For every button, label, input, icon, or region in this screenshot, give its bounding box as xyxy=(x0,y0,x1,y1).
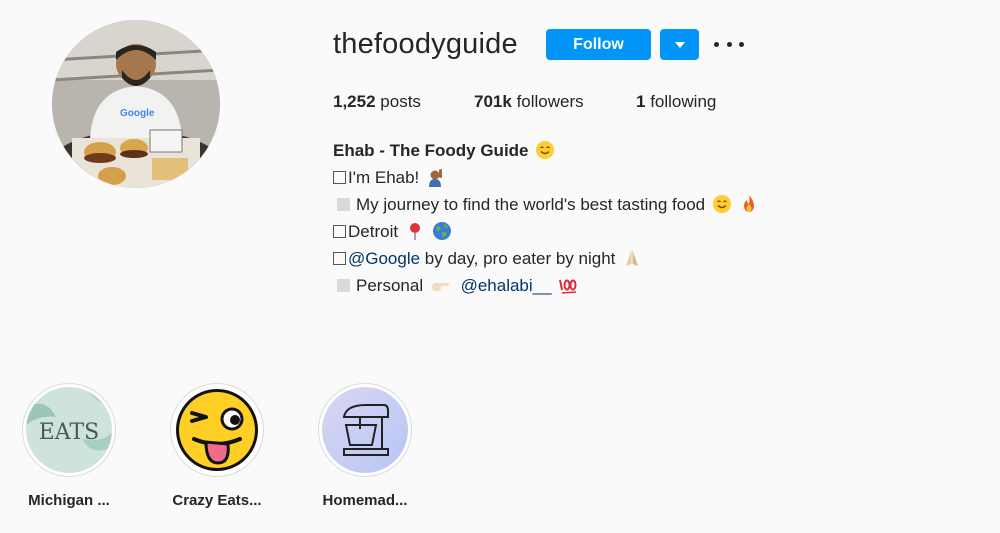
follow-button[interactable]: Follow xyxy=(546,29,651,60)
story-highlight-crazy-eats[interactable]: Crazy Eats... xyxy=(162,383,272,509)
profile-avatar[interactable]: Google xyxy=(52,20,220,188)
personal-account-mention-link[interactable]: @ehalabi__ xyxy=(461,276,552,295)
raising-hand-emoji xyxy=(426,167,446,187)
following-stat[interactable]: 1 following xyxy=(636,92,716,112)
round-pushpin-emoji xyxy=(405,221,425,241)
following-label: following xyxy=(650,92,717,111)
following-count: 1 xyxy=(636,92,646,111)
story-highlight-homemade[interactable]: Homemad... xyxy=(310,383,420,509)
smiling-face-emoji xyxy=(712,194,732,214)
bio-line-4: by day, pro eater by night xyxy=(420,249,616,268)
posts-stat: 1,252 posts xyxy=(333,92,474,112)
profile-stats: 1,252 posts 701k followers 1 following xyxy=(333,92,716,112)
posts-count: 1,252 xyxy=(333,92,376,111)
google-mention-link[interactable]: @Google xyxy=(348,249,420,268)
more-options-icon xyxy=(714,41,719,47)
highlight-label: Homemad... xyxy=(322,492,408,509)
profile-username: thefoodyguide xyxy=(333,28,518,60)
followers-label: followers xyxy=(516,92,584,111)
more-options-dot xyxy=(739,41,744,47)
highlight-label: Crazy Eats... xyxy=(172,492,262,509)
unsupported-glyph-icon xyxy=(337,279,350,292)
highlight-cover xyxy=(174,387,260,473)
bio-line-1: I'm Ehab! xyxy=(348,168,420,187)
highlight-cover-ring: EATS xyxy=(22,383,116,477)
smiling-face-emoji xyxy=(535,140,555,160)
unsupported-glyph-icon xyxy=(333,252,346,265)
bio-line-5: Personal xyxy=(356,276,424,295)
avatar-photo: Google xyxy=(52,20,220,188)
followers-count: 701k xyxy=(474,92,512,111)
hundred-points-emoji xyxy=(558,275,578,295)
more-options-dot xyxy=(726,41,732,47)
fire-emoji xyxy=(739,194,759,214)
caret-down-icon xyxy=(674,41,685,48)
posts-label: posts xyxy=(380,92,421,111)
highlight-cover xyxy=(322,387,408,473)
stand-mixer-icon xyxy=(322,387,408,473)
winking-tongue-emoji xyxy=(174,387,260,473)
highlight-cover: EATS xyxy=(26,387,112,473)
story-highlight-michigan[interactable]: EATS Michigan ... xyxy=(14,383,124,509)
profile-bio: Ehab - The Foody Guide I'm Ehab! My jour… xyxy=(333,137,759,299)
more-options-button[interactable] xyxy=(714,33,744,55)
unsupported-glyph-icon xyxy=(337,198,350,211)
followers-stat[interactable]: 701k followers xyxy=(474,92,636,112)
suggested-accounts-button[interactable] xyxy=(660,29,699,60)
profile-full-name: Ehab - The Foody Guide xyxy=(333,141,529,160)
unsupported-glyph-icon xyxy=(333,225,346,238)
avatar-shirt-text: Google xyxy=(120,108,155,119)
globe-emoji xyxy=(432,221,452,241)
bio-line-3: Detroit xyxy=(348,222,399,241)
highlight-cover-ring xyxy=(170,383,264,477)
pointing-right-emoji xyxy=(430,275,450,295)
unsupported-glyph-icon xyxy=(333,171,346,184)
highlight-cover-text: EATS xyxy=(39,420,100,445)
highlight-cover-ring xyxy=(318,383,412,477)
highlight-label: Michigan ... xyxy=(28,492,110,509)
bio-line-2: My journey to find the world's best tast… xyxy=(356,195,706,214)
folded-hands-emoji xyxy=(622,248,642,268)
